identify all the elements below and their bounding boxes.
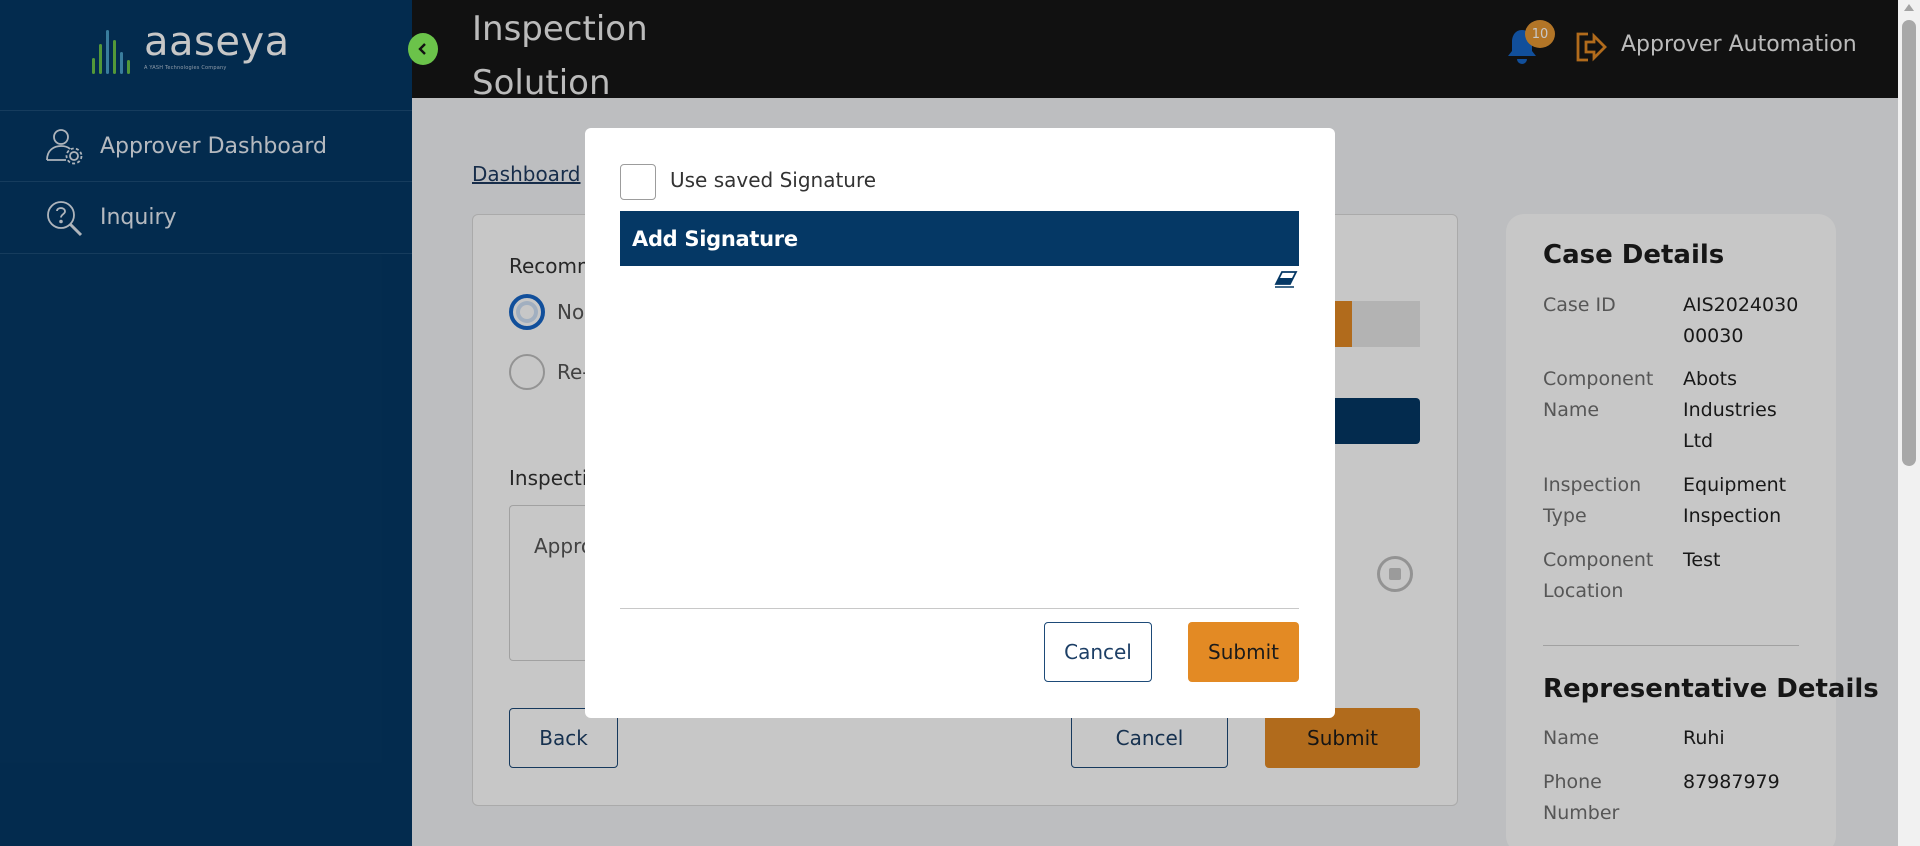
collapse-sidebar-button[interactable] (408, 33, 438, 65)
modal-cancel-button[interactable]: Cancel (1044, 622, 1152, 682)
signature-canvas[interactable] (620, 266, 1299, 609)
add-signature-header: Add Signature (620, 211, 1299, 266)
page-scrollbar[interactable] (1898, 0, 1920, 846)
eraser-icon[interactable] (1274, 270, 1298, 290)
use-saved-signature-checkbox[interactable] (620, 164, 656, 200)
scroll-up-arrow-icon[interactable] (1904, 4, 1914, 11)
scrollbar-thumb[interactable] (1902, 20, 1916, 466)
use-saved-signature-label: Use saved Signature (670, 168, 877, 192)
chevron-left-icon (418, 43, 426, 55)
modal-submit-button[interactable]: Submit (1188, 622, 1299, 682)
